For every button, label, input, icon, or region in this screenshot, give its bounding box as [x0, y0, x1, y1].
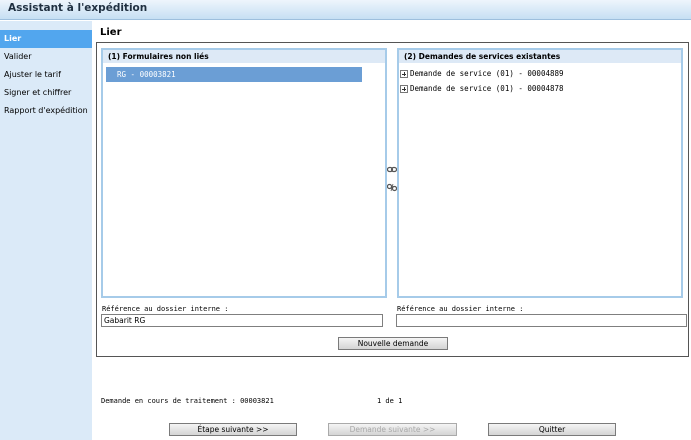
- expand-plus-icon[interactable]: [400, 85, 408, 93]
- right-reference-input[interactable]: [396, 314, 687, 327]
- window-title: Assistant à l'expédition: [8, 2, 148, 14]
- next-step-button[interactable]: Étape suivante >>: [169, 423, 297, 436]
- title-bar: Assistant à l'expédition: [0, 0, 691, 20]
- next-request-button: Demande suivante >>: [328, 423, 457, 436]
- left-reference-label: Référence au dossier interne :: [102, 305, 229, 313]
- left-reference-input[interactable]: [101, 314, 383, 327]
- sidebar-item-signer-chiffrer[interactable]: Signer et chiffrer: [0, 84, 92, 102]
- right-reference-label: Référence au dossier interne :: [397, 305, 524, 313]
- existing-requests-header: (2) Demandes de services existantes: [399, 50, 681, 63]
- request-label: Demande de service (01) - 00004878: [410, 84, 564, 93]
- sidebar-item-valider[interactable]: Valider: [0, 48, 92, 66]
- request-label: Demande de service (01) - 00004889: [410, 69, 564, 78]
- form-row-rg[interactable]: RG - 00003821: [106, 67, 362, 82]
- sidebar-item-lier[interactable]: Lier: [0, 30, 92, 48]
- unlinked-forms-panel: (1) Formulaires non liés RG - 00003821: [101, 48, 387, 298]
- tree-item-request[interactable]: Demande de service (01) - 00004889: [400, 67, 564, 81]
- sidebar-item-ajuster-tarif[interactable]: Ajuster le tarif: [0, 66, 92, 84]
- link-icon[interactable]: [387, 165, 397, 174]
- sidebar: Lier Valider Ajuster le tarif Signer et …: [0, 21, 92, 440]
- unlinked-forms-header: (1) Formulaires non liés: [103, 50, 385, 63]
- page-indicator: 1 de 1: [377, 397, 403, 405]
- link-frame: (1) Formulaires non liés RG - 00003821 (…: [96, 42, 689, 357]
- unlink-icon[interactable]: [387, 183, 397, 192]
- page-title: Lier: [100, 27, 122, 38]
- quit-button[interactable]: Quitter: [488, 423, 616, 436]
- expand-plus-icon[interactable]: [400, 70, 408, 78]
- processing-status: Demande en cours de traitement : 0000382…: [101, 397, 274, 405]
- sidebar-item-rapport-expedition[interactable]: Rapport d'expédition: [0, 102, 92, 120]
- new-request-button[interactable]: Nouvelle demande: [338, 337, 448, 350]
- tree-item-request[interactable]: Demande de service (01) - 00004878: [400, 82, 564, 96]
- existing-requests-panel: (2) Demandes de services existantes Dema…: [397, 48, 683, 298]
